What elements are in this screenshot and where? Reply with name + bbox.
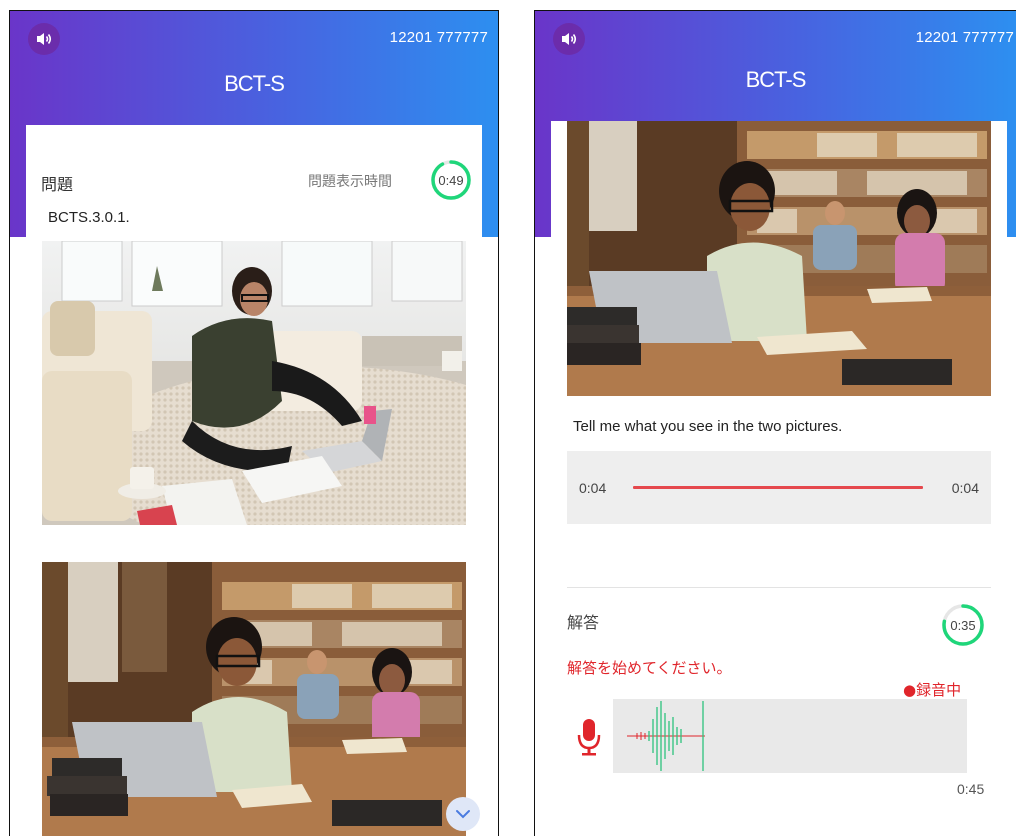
phone-number: 12201 777777 bbox=[389, 29, 488, 46]
timer-text: 0:49 bbox=[438, 172, 464, 188]
question-label: 問題 bbox=[41, 175, 74, 194]
phone-screen-left: 12201 777777 BCT-S 問題 問題表示時間 0:49 BCTS.3… bbox=[9, 10, 499, 836]
record-time: 0:45 bbox=[957, 781, 985, 797]
microphone-icon bbox=[577, 719, 601, 756]
prompt-text: Tell me what you see in the two pictures… bbox=[573, 418, 843, 435]
speaker-icon bbox=[37, 33, 52, 45]
phone-number: 12201 777777 bbox=[915, 29, 1014, 46]
display-time-label: 問題表示時間 bbox=[308, 174, 392, 190]
photo-students-in-library bbox=[567, 121, 991, 396]
scroll-down-button[interactable] bbox=[446, 797, 480, 831]
answer-label: 解答 bbox=[567, 613, 600, 632]
answer-instruction: 解答を始めてください。 bbox=[567, 659, 732, 677]
recording-waveform bbox=[613, 699, 967, 773]
divider bbox=[567, 587, 991, 588]
waveform-graphic bbox=[627, 701, 705, 771]
audio-current-time: 0:04 bbox=[579, 480, 607, 496]
question-card: 問題 問題表示時間 0:49 BCTS.3.0.1. bbox=[26, 125, 482, 255]
recording-status: ●録音中 bbox=[903, 681, 962, 699]
audio-progress-bar[interactable] bbox=[633, 486, 923, 489]
record-button[interactable] bbox=[577, 717, 601, 757]
audio-player[interactable]: 0:04 0:04 bbox=[567, 451, 991, 524]
phone-screen-right: 12201 777777 BCT-S Tell me what you see … bbox=[534, 10, 1016, 836]
question-id: BCTS.3.0.1. bbox=[48, 209, 130, 226]
question-timer: 0:49 bbox=[430, 159, 472, 201]
timer-text: 0:35 bbox=[950, 617, 976, 633]
speaker-button[interactable] bbox=[553, 23, 585, 55]
answer-timer: 0:35 bbox=[941, 603, 985, 647]
photo-woman-studying-on-rug bbox=[42, 241, 466, 525]
app-title: BCT-S bbox=[224, 71, 285, 96]
chevron-down-icon bbox=[456, 810, 470, 819]
speaker-icon bbox=[562, 33, 577, 45]
speaker-button[interactable] bbox=[28, 23, 60, 55]
app-title: BCT-S bbox=[745, 67, 807, 92]
audio-total-time: 0:04 bbox=[951, 480, 979, 496]
photo-students-in-library bbox=[42, 562, 466, 836]
